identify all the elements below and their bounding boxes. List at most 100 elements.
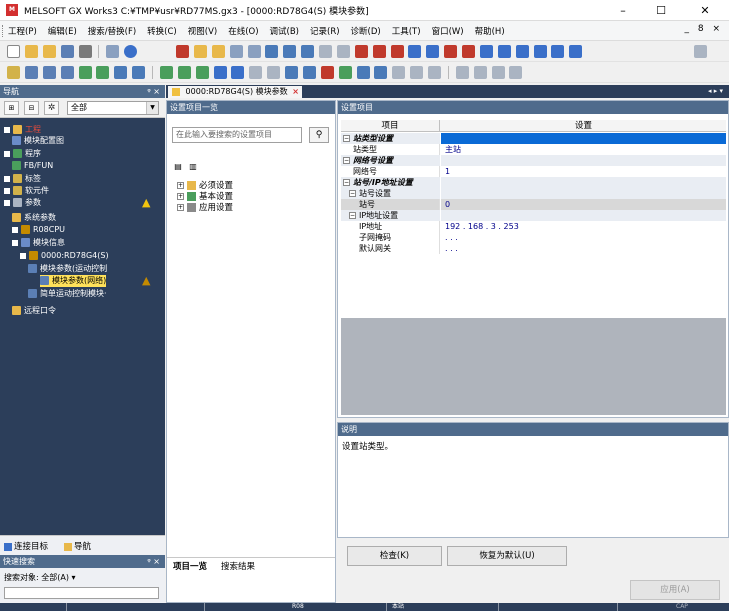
zoom-out-icon[interactable] bbox=[551, 45, 565, 58]
online-change-icon[interactable] bbox=[114, 66, 128, 79]
simulation-icon[interactable] bbox=[479, 45, 493, 58]
save-icon[interactable] bbox=[60, 45, 74, 58]
line-icon[interactable] bbox=[213, 66, 227, 79]
coil-icon[interactable] bbox=[177, 66, 191, 79]
minimize-button[interactable]: – bbox=[608, 2, 638, 19]
layout-icon[interactable] bbox=[491, 66, 505, 79]
help-icon[interactable] bbox=[124, 45, 138, 58]
open-other-icon[interactable] bbox=[42, 45, 56, 58]
nav-tree-item[interactable]: 软元件 bbox=[4, 185, 49, 197]
nav-tree-item[interactable]: 模块参数(网络) bbox=[40, 275, 107, 287]
find-device-icon[interactable] bbox=[265, 45, 279, 58]
parameter-icon[interactable] bbox=[515, 45, 529, 58]
grid-row[interactable]: 站类型 主站 bbox=[341, 144, 726, 155]
note-icon[interactable] bbox=[302, 66, 316, 79]
write-plc-icon[interactable] bbox=[372, 45, 386, 58]
quick-search-pane-controls[interactable]: ᵠ × bbox=[147, 555, 160, 568]
ladder-icon[interactable] bbox=[7, 66, 20, 79]
comment-icon[interactable] bbox=[267, 66, 281, 79]
tab-scroll-controls[interactable]: ◂ ▸ ▾ bbox=[708, 85, 723, 98]
collapse-icon[interactable] bbox=[4, 150, 10, 157]
menu-item[interactable]: 窗口(W) bbox=[432, 25, 464, 37]
grid-row[interactable]: − 网络号设置 bbox=[341, 155, 726, 166]
menu-item[interactable]: 工程(P) bbox=[8, 25, 37, 37]
collapse-icon[interactable] bbox=[4, 175, 10, 182]
collapse-icon[interactable] bbox=[20, 252, 26, 259]
statement-icon[interactable] bbox=[285, 66, 298, 79]
vertical-line-icon[interactable] bbox=[231, 66, 245, 79]
menu-item[interactable]: 记录(R) bbox=[310, 25, 340, 37]
network-icon[interactable] bbox=[428, 66, 441, 79]
expand-all-icon[interactable]: ⊞ bbox=[4, 101, 19, 115]
verify-plc-icon[interactable] bbox=[390, 45, 404, 58]
collapse-icon[interactable] bbox=[4, 199, 10, 206]
mdi-window-controls[interactable]: _ 8 × bbox=[685, 24, 724, 34]
setting-category-item[interactable]: + 必须设置 bbox=[177, 181, 233, 192]
delete-line-icon[interactable] bbox=[249, 66, 263, 79]
grid-row[interactable]: − 站号/IP地址设置 bbox=[341, 177, 726, 188]
diagnostics-icon[interactable] bbox=[444, 45, 458, 58]
tab-navigation[interactable]: 导航 bbox=[64, 540, 91, 552]
label-display-icon[interactable] bbox=[410, 66, 424, 79]
expand-icon[interactable]: + bbox=[177, 182, 184, 189]
apply-button[interactable]: 应用(A) bbox=[630, 580, 720, 600]
grid-row[interactable]: − IP地址设置 bbox=[341, 210, 726, 221]
zoom-in-icon[interactable] bbox=[533, 45, 547, 58]
nav-tree-item[interactable]: 程序 bbox=[4, 148, 41, 160]
menu-item[interactable]: 调试(B) bbox=[270, 25, 299, 37]
copy-icon[interactable] bbox=[193, 45, 207, 58]
grid-value-cell[interactable]: . . . bbox=[441, 243, 726, 254]
gear-icon[interactable]: ✲ bbox=[44, 101, 59, 115]
table-view-icon[interactable] bbox=[473, 66, 487, 79]
grid-row[interactable]: 网络号 1 bbox=[341, 166, 726, 177]
nav-tree-item[interactable]: 模块配置图 bbox=[12, 135, 64, 147]
cross-reference-icon[interactable] bbox=[319, 45, 332, 58]
collapse-icon[interactable]: − bbox=[349, 190, 356, 197]
grid-value-cell[interactable]: 0 bbox=[441, 199, 726, 210]
operation-icon[interactable] bbox=[374, 66, 388, 79]
add-icon[interactable] bbox=[569, 45, 583, 58]
window-icon[interactable] bbox=[509, 66, 523, 79]
grid-value-cell[interactable]: 主站 bbox=[441, 144, 726, 155]
binoculars-icon[interactable]: ⚲ bbox=[309, 127, 329, 143]
search-target-dropdown[interactable]: 搜索对象: 全部(A) ▾ bbox=[4, 572, 76, 583]
quick-search-input[interactable] bbox=[4, 587, 159, 599]
grid-value-cell[interactable]: . . . bbox=[441, 232, 726, 243]
menu-item[interactable]: 搜索/替换(F) bbox=[88, 25, 136, 37]
grid-row[interactable]: − 站类型设置 bbox=[341, 133, 726, 144]
rising-edge-icon[interactable] bbox=[320, 66, 334, 79]
find-instruction-icon[interactable] bbox=[283, 45, 297, 58]
collapse-all-icon[interactable]: ⊟ bbox=[24, 101, 39, 115]
fbd-icon[interactable] bbox=[42, 66, 56, 79]
toolbar-grip[interactable] bbox=[2, 25, 5, 37]
nav-tree-item[interactable]: FB/FUN bbox=[12, 160, 53, 172]
nav-tree-item[interactable]: 标签 bbox=[4, 173, 41, 185]
tab-connection-target[interactable]: 连接目标 bbox=[4, 540, 48, 552]
pane-controls[interactable]: ᵠ × bbox=[147, 85, 160, 98]
grid-row[interactable]: IP地址 192 . 168 . 3 . 253 bbox=[341, 221, 726, 232]
grid-view-icon[interactable] bbox=[455, 66, 469, 79]
monitor-start-icon[interactable] bbox=[408, 45, 422, 58]
collapse-icon[interactable]: − bbox=[349, 212, 356, 219]
close-tab-icon[interactable]: × bbox=[292, 86, 299, 98]
tab-module-parameter[interactable]: 0000:RD78G4(S) 模块参数 × bbox=[168, 86, 302, 98]
nav-tree-item[interactable]: 模块信息 bbox=[12, 237, 65, 249]
menu-item[interactable]: 诊断(D) bbox=[351, 25, 381, 37]
menu-item[interactable]: 编辑(E) bbox=[48, 25, 77, 37]
compile-icon[interactable] bbox=[132, 66, 146, 79]
menu-item[interactable]: 转换(C) bbox=[147, 25, 177, 37]
filter-select[interactable]: 全部 ▼ bbox=[67, 101, 159, 115]
nav-tree-item[interactable]: 0000:RD78G4(S) bbox=[20, 250, 109, 262]
inverse-icon[interactable] bbox=[356, 66, 370, 79]
toolbar-options-icon[interactable] bbox=[694, 45, 707, 58]
collapse-icon[interactable]: − bbox=[343, 157, 350, 164]
open-project-icon[interactable] bbox=[24, 45, 38, 58]
contact-icon[interactable] bbox=[159, 66, 173, 79]
st-icon[interactable] bbox=[24, 66, 38, 79]
maximize-button[interactable]: ☐ bbox=[646, 2, 676, 19]
print-icon[interactable] bbox=[78, 45, 92, 58]
sort-tree-icon[interactable]: ▤ bbox=[172, 161, 184, 173]
menu-item[interactable]: 帮助(H) bbox=[475, 25, 505, 37]
grid-value-cell[interactable]: 1 bbox=[441, 166, 726, 177]
undo-icon[interactable] bbox=[106, 45, 120, 58]
